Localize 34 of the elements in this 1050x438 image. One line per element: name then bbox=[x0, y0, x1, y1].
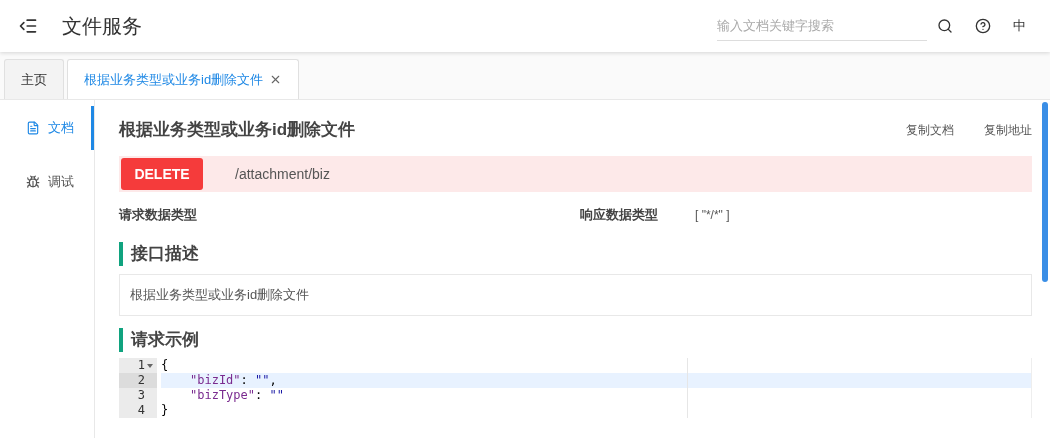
line-number: 1 bbox=[119, 358, 157, 373]
menu-icon[interactable] bbox=[18, 16, 38, 36]
bug-icon bbox=[26, 175, 40, 189]
tab[interactable]: 根据业务类型或业务id删除文件 bbox=[67, 59, 300, 99]
language-button[interactable]: 中 bbox=[1013, 16, 1026, 36]
tab[interactable]: 主页 bbox=[4, 59, 64, 99]
code-line: "bizId": "", bbox=[189, 373, 277, 387]
line-number: 2 bbox=[119, 373, 157, 388]
search-field[interactable]: 输入文档关键字搜索 bbox=[717, 11, 927, 41]
section-heading: 接口描述 bbox=[119, 242, 1032, 266]
code-editor[interactable]: 1 2 3 4 { "bizId": "", "bizType": "" } bbox=[119, 358, 1032, 418]
line-number: 3 bbox=[136, 388, 146, 403]
code-line: } bbox=[161, 403, 169, 417]
line-number: 4 bbox=[136, 403, 146, 418]
search-icon[interactable] bbox=[937, 18, 953, 34]
copy-link[interactable]: 复制文档 bbox=[906, 121, 954, 139]
method-badge: DELETE bbox=[121, 158, 203, 190]
sidebar-item[interactable]: 调试 bbox=[0, 160, 94, 204]
description-text: 根据业务类型或业务id删除文件 bbox=[130, 286, 310, 305]
document-icon bbox=[26, 121, 40, 135]
page-title: 根据业务类型或业务id删除文件 bbox=[119, 119, 356, 142]
app-title: 文件服务 bbox=[62, 14, 142, 39]
request-type-label: 请求数据类型 bbox=[119, 206, 198, 225]
fold-arrow-icon[interactable] bbox=[147, 363, 153, 368]
endpoint-path: /attachment/biz bbox=[235, 164, 330, 184]
help-icon[interactable] bbox=[975, 18, 991, 34]
code-line: "bizType": "" bbox=[189, 388, 284, 402]
sidebar-item[interactable]: 文档 bbox=[0, 106, 94, 150]
copy-link[interactable]: 复制地址 bbox=[984, 121, 1032, 139]
section-heading: 请求示例 bbox=[119, 328, 1032, 352]
response-type-label: 响应数据类型 bbox=[580, 206, 659, 225]
code-line: { bbox=[161, 358, 169, 372]
scrollbar[interactable] bbox=[1042, 102, 1048, 282]
response-type-value: [ "*/*" ] bbox=[695, 207, 730, 224]
